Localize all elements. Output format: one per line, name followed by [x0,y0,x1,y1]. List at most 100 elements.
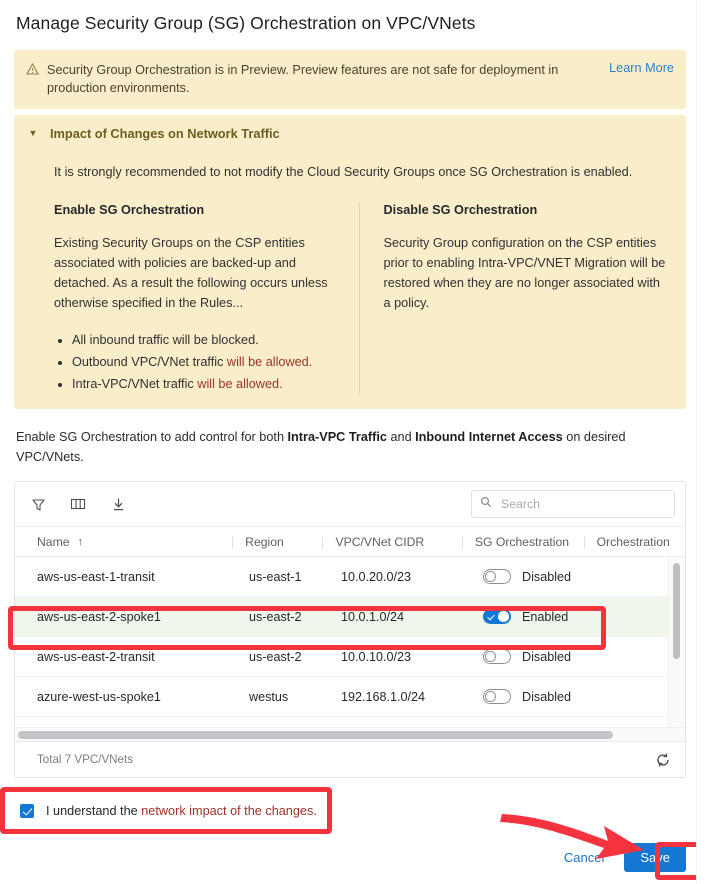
cell-cidr: 192.168.1.0/24 [341,689,426,704]
disable-column-heading: Disable SG Orchestration [383,203,538,217]
vpc-table-card: Name ↑ Region VPC/VNet CIDR SG Orchestra… [14,481,686,778]
table-footer: Total 7 VPC/VNets [15,741,685,777]
toggle-label: Disabled [522,569,572,584]
save-button[interactable]: Save [624,843,686,872]
search-box[interactable] [471,490,675,518]
impact-accordion: ▼ Impact of Changes on Network Traffic I… [14,115,686,409]
acknowledgement-plain-text: I understand the [46,804,142,818]
toolbar-icon-group [27,493,129,515]
column-divider [461,535,463,548]
table-row[interactable]: azure-west-us-spoke1 westus 192.168.1.0/… [15,677,685,717]
column-header-label: Name [37,534,70,549]
list-item: Intra-VPC/VNet traffic will be allowed. [72,373,337,395]
disable-column-body: Security Group configuration on the CSP … [383,236,666,310]
bullet-text: Outbound VPC/VNet traffic [72,355,227,369]
acknowledgement-label: I understand the network impact of the c… [46,804,317,818]
bullet-text: All inbound traffic will be blocked. [72,333,259,347]
page-scrollbar-track[interactable] [696,0,708,884]
learn-more-link[interactable]: Learn More [609,61,674,75]
acknowledgement-row: I understand the network impact of the c… [14,804,686,818]
search-input[interactable] [499,496,666,512]
toggle-label: Disabled [522,649,572,664]
impact-columns: Enable SG Orchestration Existing Securit… [54,203,672,395]
sg-orchestration-toggle[interactable] [483,649,511,664]
lead-bold-2: Inbound Internet Access [415,430,563,444]
table-vertical-scrollbar[interactable] [673,563,680,659]
sg-orchestration-toggle[interactable] [483,689,511,704]
column-divider [232,535,234,548]
accordion-intro-text: It is strongly recommended to not modify… [54,165,633,179]
column-header-orchestration[interactable]: Orchestration [583,534,685,549]
columns-icon[interactable] [67,493,89,515]
download-icon[interactable] [107,493,129,515]
sg-orchestration-toggle[interactable] [483,569,511,584]
table-horizontal-scrollbar[interactable] [18,731,614,739]
bullet-text: Intra-VPC/VNet traffic [72,377,198,391]
table-horizontal-scroll-track[interactable] [15,727,685,741]
cell-cidr: 10.0.20.0/23 [341,569,412,584]
cell-region: us-east-2 [249,649,302,664]
column-header-cidr[interactable]: VPC/VNet CIDR [322,534,474,549]
footer-button-row: Cancel Save [564,843,686,872]
column-header-label: Region [245,534,284,549]
preview-banner-message: Security Group Orchestration is in Previ… [47,63,559,95]
toggle-label: Enabled [522,609,569,624]
page-title: Manage Security Group (SG) Orchestration… [16,13,476,33]
toggle-label: Disabled [522,689,572,704]
list-item: Outbound VPC/VNet traffic will be allowe… [72,351,337,373]
accordion-header[interactable]: ▼ Impact of Changes on Network Traffic [26,126,672,141]
enable-bullet-list: All inbound traffic will be blocked. Out… [54,329,337,395]
lead-paragraph: Enable SG Orchestration to add control f… [14,427,686,467]
acknowledgement-checkbox[interactable] [20,804,34,818]
column-header-label: VPC/VNet CIDR [335,534,425,549]
column-header-sg-orchestration[interactable]: SG Orchestration [461,534,597,549]
search-icon [480,495,492,513]
page-scrollbar-thumb[interactable] [699,2,707,302]
column-header-label: Orchestration [596,534,670,549]
table-header-row: Name ↑ Region VPC/VNet CIDR SG Orchestra… [15,526,685,557]
network-impact-link[interactable]: network impact of the changes. [141,804,317,818]
refresh-icon[interactable] [655,752,671,768]
cell-name: aws-us-east-1-transit [37,569,155,584]
lead-part-2: and [386,430,416,444]
cell-name: aws-us-east-2-transit [37,649,155,664]
chevron-down-icon[interactable]: ▼ [26,129,40,138]
table-row[interactable]: aws-us-east-2-transit us-east-2 10.0.10.… [15,637,685,677]
bullet-highlight: will be allowed. [226,355,313,369]
accordion-body: It is strongly recommended to not modify… [26,163,672,395]
cell-sg-orchestration: Disabled [483,569,607,584]
column-divider [583,535,585,548]
table-vertical-scroll-track[interactable] [668,557,685,727]
filter-icon[interactable] [27,493,49,515]
sort-ascending-arrow[interactable]: ↑ [78,536,84,548]
total-count-label: Total 7 VPC/VNets [37,753,134,766]
lead-part-1: Enable SG Orchestration to add control f… [16,430,288,444]
table-row[interactable]: aws-us-east-2-spoke1 us-east-2 10.0.1.0/… [15,597,685,637]
disable-column: Disable SG Orchestration Security Group … [358,203,673,395]
cell-sg-orchestration: Disabled [483,649,607,664]
enable-column-heading: Enable SG Orchestration [54,203,205,217]
enable-column-body: Existing Security Groups on the CSP enti… [54,236,328,310]
cell-sg-orchestration: Disabled [483,689,607,704]
manage-sg-orchestration-page: Manage Security Group (SG) Orchestration… [0,0,708,884]
table-body: aws-us-east-1-transit us-east-1 10.0.20.… [15,557,685,727]
sg-orchestration-toggle[interactable] [483,609,511,624]
warning-triangle-icon [26,62,39,80]
lead-bold-1: Intra-VPC Traffic [287,430,387,444]
accordion-title: Impact of Changes on Network Traffic [50,126,280,141]
table-toolbar [15,482,685,526]
cancel-button[interactable]: Cancel [564,850,604,865]
list-item: All inbound traffic will be blocked. [72,329,337,351]
cell-region: westus [249,689,289,704]
cell-cidr: 10.0.1.0/24 [341,609,405,624]
cell-name: azure-west-us-spoke1 [37,689,161,704]
column-header-name[interactable]: Name ↑ [37,535,245,549]
table-row[interactable]: aws-us-east-1-transit us-east-1 10.0.20.… [15,557,685,597]
cell-sg-orchestration: Enabled [483,609,607,624]
bullet-highlight: will be allowed. [197,377,283,391]
cell-region: us-east-2 [249,609,302,624]
cell-region: us-east-1 [249,569,302,584]
column-header-label: SG Orchestration [474,534,570,549]
cell-name: aws-us-east-2-spoke1 [37,609,161,624]
cell-cidr: 10.0.10.0/23 [341,649,412,664]
